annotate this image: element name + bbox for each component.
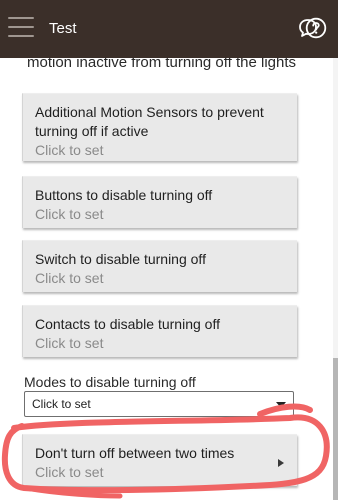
time-range-setting[interactable]: Don't turn off between two times Click t… (22, 434, 297, 486)
setting-value: Click to set (35, 206, 104, 222)
section-description: motion inactive from turning off the lig… (27, 58, 297, 71)
setting-label: Switch to disable turning off (35, 251, 206, 267)
app-bar: Test (0, 0, 338, 58)
switch-setting[interactable]: Switch to disable turning off Click to s… (22, 240, 297, 292)
modes-select[interactable]: Click to set (24, 391, 294, 417)
play-arrow-icon (278, 459, 284, 467)
motion-sensors-setting[interactable]: Additional Motion Sensors to prevent tur… (22, 93, 297, 161)
help-icon[interactable] (305, 17, 327, 39)
buttons-setting[interactable]: Buttons to disable turning off Click to … (22, 176, 297, 228)
modes-label: Modes to disable turning off (24, 374, 196, 390)
setting-value: Click to set (35, 142, 104, 158)
menu-icon[interactable] (8, 17, 34, 37)
scrollbar[interactable] (333, 58, 338, 500)
caret-down-icon (276, 402, 286, 408)
modes-selected-value: Click to set (32, 397, 91, 411)
scrollbar-thumb[interactable] (333, 358, 338, 500)
setting-label: Buttons to disable turning off (35, 187, 213, 203)
setting-label: Additional Motion Sensors to prevent tur… (35, 104, 264, 139)
setting-label: Contacts to disable turning off (35, 316, 220, 332)
contacts-setting[interactable]: Contacts to disable turning off Click to… (22, 305, 297, 357)
setting-value: Click to set (35, 270, 104, 286)
setting-label: Don't turn off between two times (35, 445, 235, 461)
preferences-content: motion inactive from turning off the lig… (0, 58, 338, 500)
setting-value: Click to set (35, 464, 104, 480)
setting-value: Click to set (35, 335, 104, 351)
app-title: Test (49, 20, 77, 37)
